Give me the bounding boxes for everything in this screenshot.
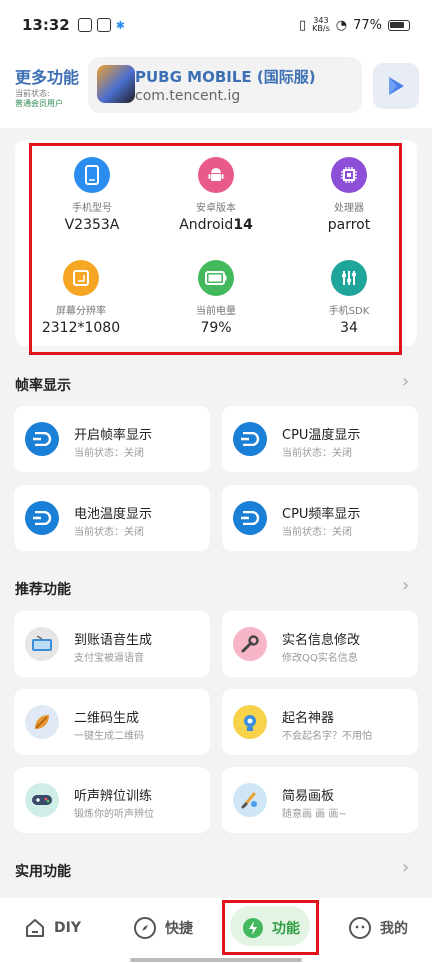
feature-realname-edit[interactable]: 实名信息修改 修改QQ实名信息 bbox=[222, 611, 418, 677]
status-bar: 13:32 ✱ ▯ 343 KB/s ◔ 77% bbox=[0, 0, 432, 50]
feature-sound-training[interactable]: 听声辨位训练 锻炼你的听声辨位 bbox=[14, 767, 210, 833]
dash-icon bbox=[233, 422, 267, 456]
feature-drawing-board[interactable]: 简易画板 随意画 画 画~ bbox=[222, 767, 418, 833]
highlight-box-nav bbox=[222, 900, 319, 955]
battery-icon bbox=[388, 19, 410, 31]
launch-game-button[interactable] bbox=[373, 63, 419, 109]
wrench-icon bbox=[233, 627, 267, 661]
game-package: com.tencent.ig bbox=[135, 88, 241, 104]
section-title-fps: 帧率显示 bbox=[15, 378, 71, 394]
selected-game-card[interactable]: PUBG MOBILE (国际服) com.tencent.ig bbox=[88, 57, 362, 113]
nav-diy[interactable]: DIY bbox=[24, 910, 81, 946]
feature-battery-temp[interactable]: 电池温度显示 当前状态：关闭 bbox=[14, 485, 210, 551]
face-icon bbox=[349, 917, 371, 939]
user-type: 普通会员用户 bbox=[15, 99, 63, 108]
battery-text: 77% bbox=[353, 17, 382, 33]
dash-icon bbox=[25, 422, 59, 456]
page-title: 更多功能 bbox=[15, 68, 80, 87]
header: 更多功能 当前状态: 普通会员用户 PUBG MOBILE (国际服) com.… bbox=[0, 50, 432, 128]
chevron-right-icon[interactable]: › bbox=[402, 371, 409, 392]
net-speed: 343 KB/s bbox=[312, 16, 330, 33]
app-notification-icon: ✱ bbox=[115, 18, 125, 32]
head-icon bbox=[233, 705, 267, 739]
home-icon bbox=[26, 919, 44, 937]
paint-icon bbox=[233, 783, 267, 817]
status-time: 13:32 bbox=[22, 16, 70, 34]
feature-cpu-temp[interactable]: CPU温度显示 当前状态：关闭 bbox=[222, 406, 418, 472]
radio-icon bbox=[25, 627, 59, 661]
section-title-utility: 实用功能 bbox=[15, 864, 71, 880]
wifi-icon: ◔ bbox=[335, 17, 348, 33]
leaf-icon bbox=[25, 705, 59, 739]
compass-icon bbox=[134, 917, 156, 939]
highlight-box bbox=[29, 143, 402, 355]
game-name: PUBG MOBILE (国际服) bbox=[135, 68, 316, 86]
dash-icon bbox=[233, 501, 267, 535]
tiktok-icon bbox=[96, 18, 111, 32]
nav-mine[interactable]: 我的 bbox=[348, 910, 408, 946]
feature-cpu-freq[interactable]: CPU频率显示 当前状态：关闭 bbox=[222, 485, 418, 551]
home-indicator[interactable] bbox=[130, 958, 302, 962]
feature-fps-display[interactable]: 开启帧率显示 当前状态：关闭 bbox=[14, 406, 210, 472]
play-icon bbox=[389, 77, 404, 95]
bottom-nav: DIY 快捷 功能 我的 bbox=[0, 898, 432, 964]
feature-qrcode-gen[interactable]: 二维码生成 一键生成二维码 bbox=[14, 689, 210, 755]
section-title-recommend: 推荐功能 bbox=[15, 582, 71, 598]
game-thumbnail bbox=[97, 65, 135, 103]
chevron-right-icon[interactable]: › bbox=[402, 857, 409, 878]
gamepad-icon bbox=[25, 783, 59, 817]
vibrate-icon: ▯ bbox=[298, 17, 307, 33]
chevron-right-icon[interactable]: › bbox=[402, 575, 409, 596]
dash-icon bbox=[25, 501, 59, 535]
feature-name-generator[interactable]: 起名神器 不会起名字？不用怕 bbox=[222, 689, 418, 755]
notification-icon bbox=[77, 18, 92, 32]
feature-voice-gen[interactable]: 到账语音生成 支付宝被逼语音 bbox=[14, 611, 210, 677]
nav-shortcut[interactable]: 快捷 bbox=[133, 910, 193, 946]
